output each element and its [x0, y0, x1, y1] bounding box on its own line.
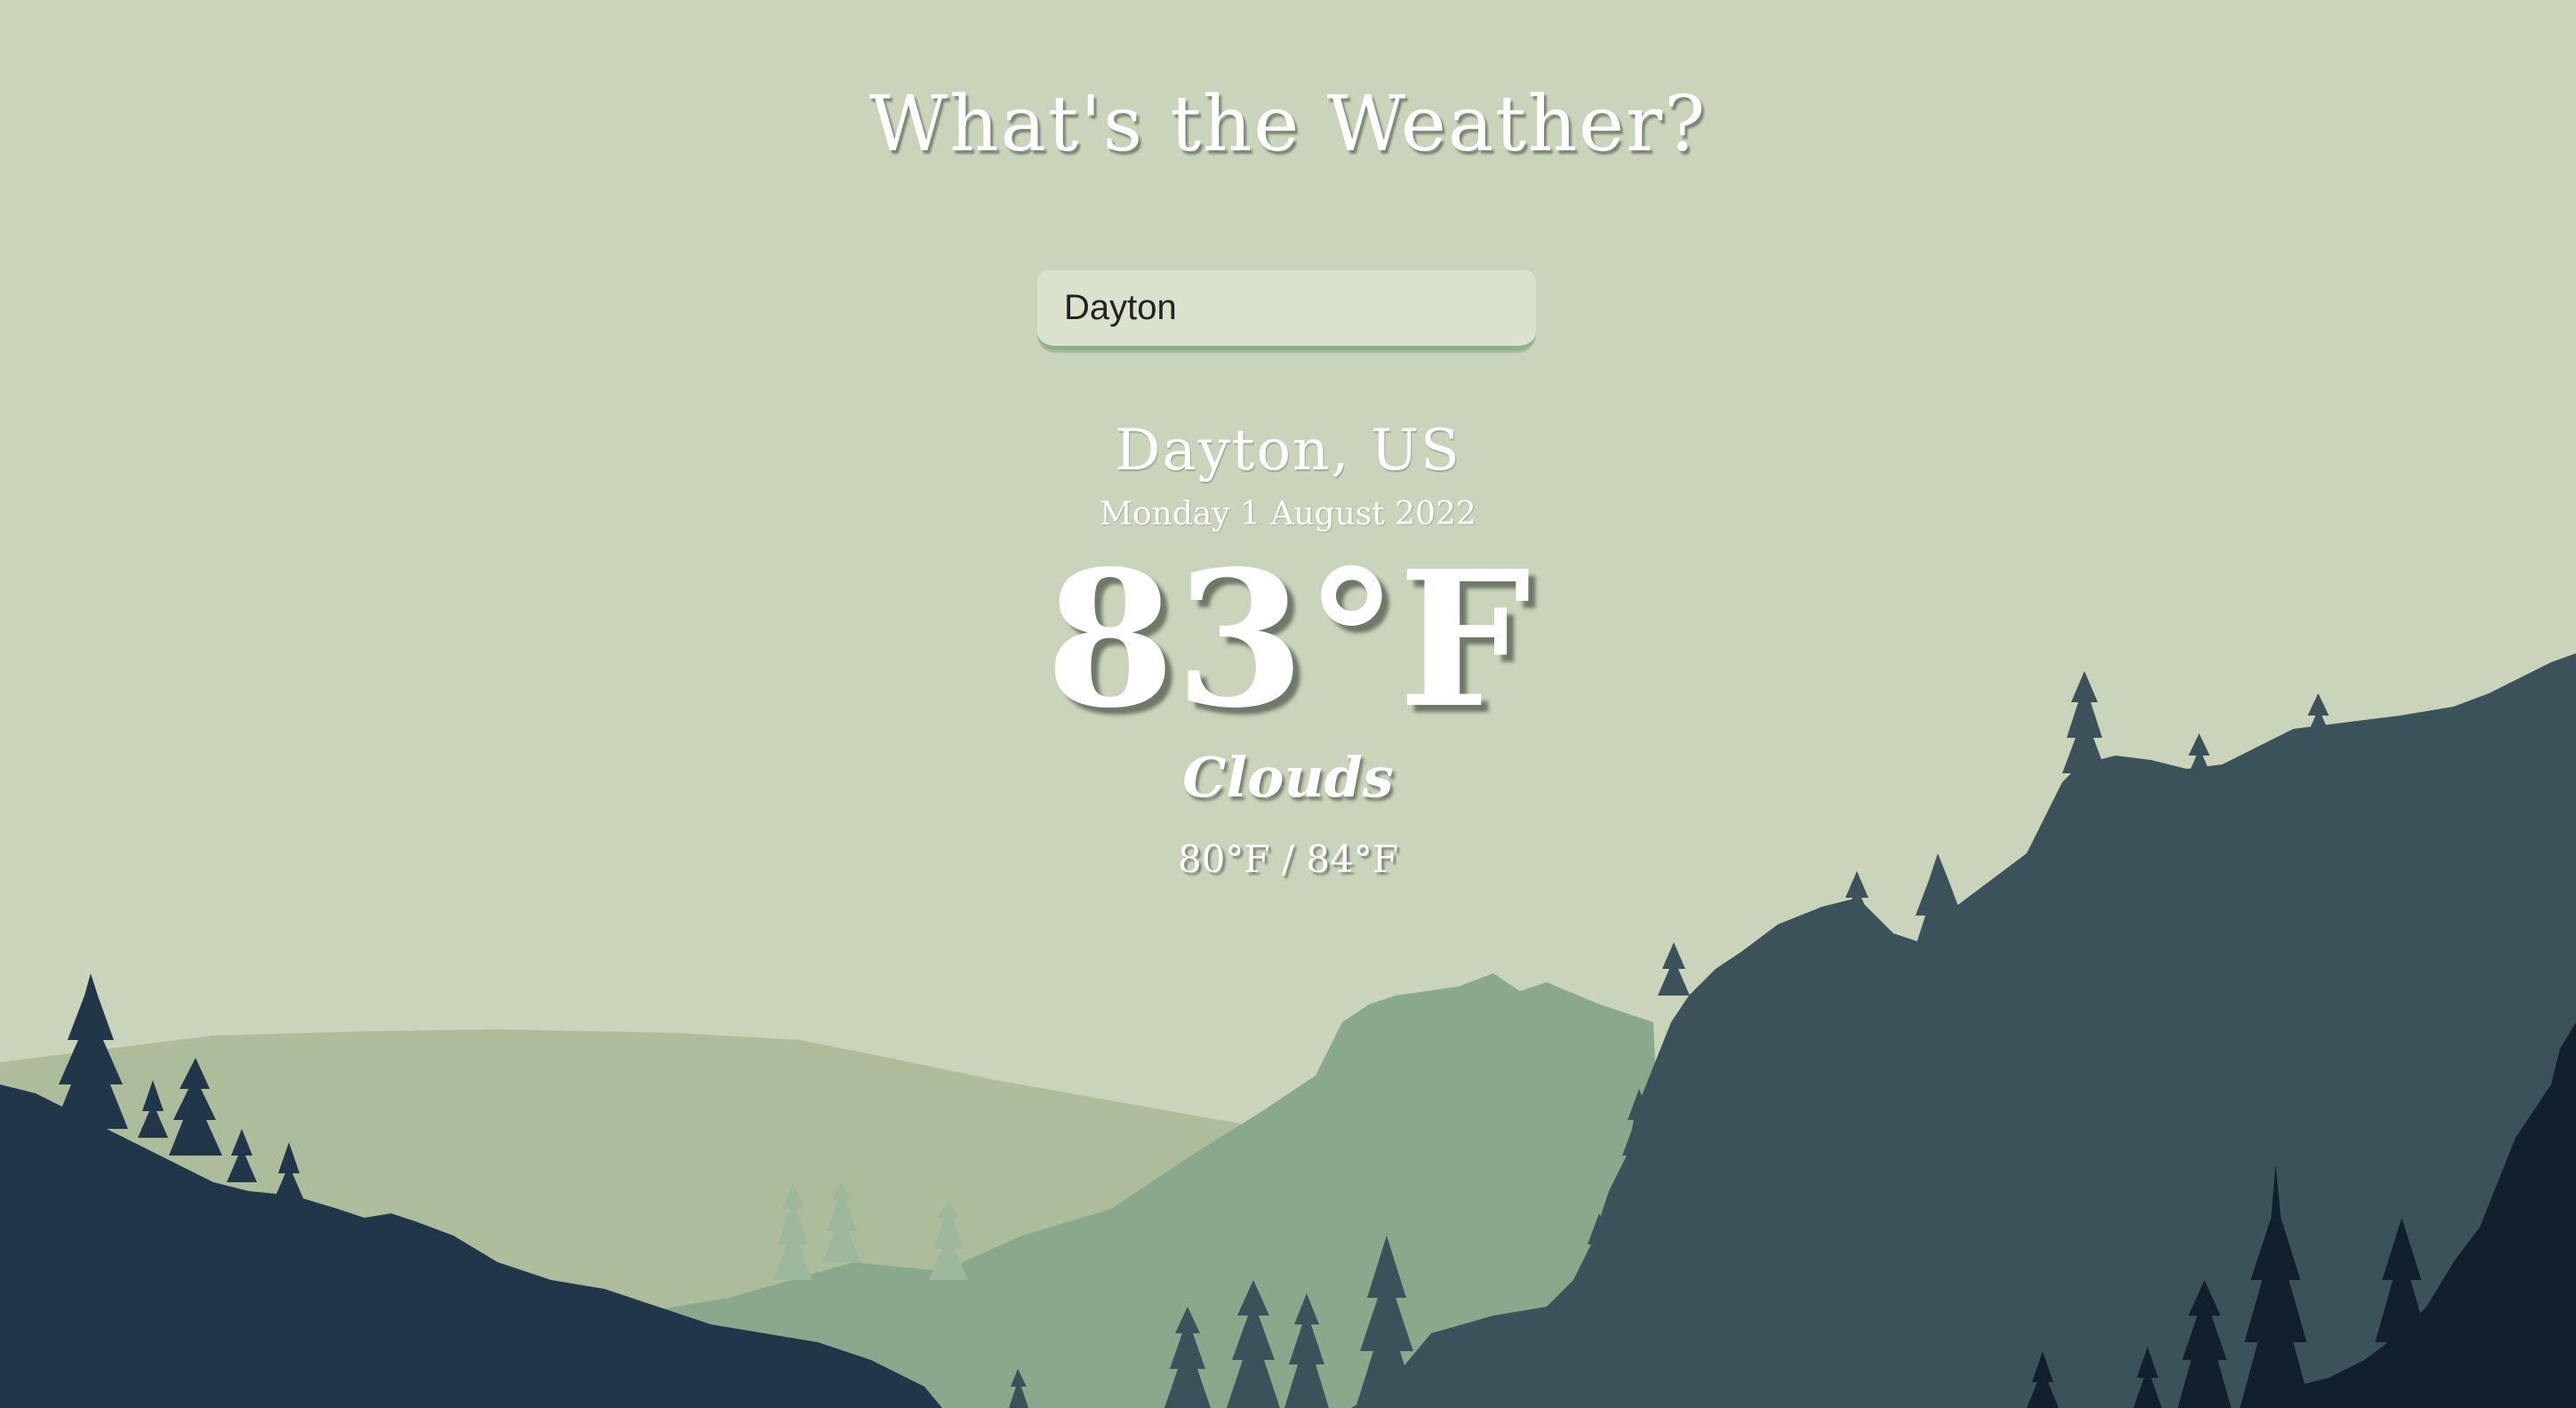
page-title: What's the Weather?: [868, 80, 1708, 169]
weather-condition: Clouds: [1182, 745, 1394, 810]
date-label: Monday 1 August 2022: [1100, 496, 1476, 532]
search-box: [1037, 270, 1536, 350]
search-input[interactable]: [1037, 270, 1536, 350]
hi-low-temperature: 80°F / 84°F: [1177, 837, 1399, 881]
temperature-display: 83°F: [1044, 530, 1532, 749]
location-label: Dayton, US: [1115, 418, 1461, 484]
